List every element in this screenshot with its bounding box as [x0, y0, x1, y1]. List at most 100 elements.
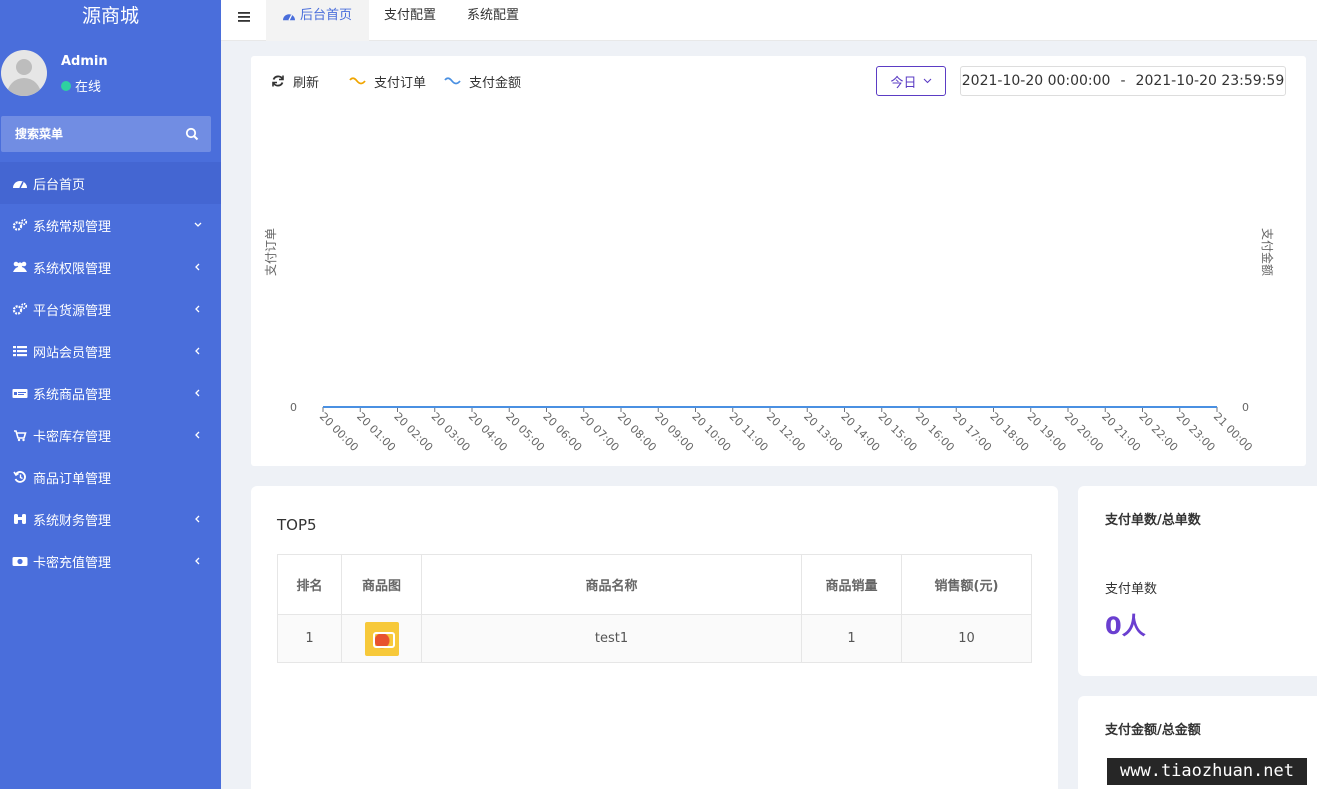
product-thumbnail[interactable] — [364, 621, 399, 656]
card-icon — [12, 389, 28, 398]
x-tick-label: 20 01:00 — [354, 410, 398, 454]
x-tick-label: 20 20:00 — [1062, 410, 1106, 454]
users-icon — [13, 261, 27, 272]
sidebar-item-permissions[interactable]: 系统权限管理 — [0, 246, 221, 288]
sidebar: 源商城 Admin 在线 后台首页 系统常规管理 系统权限管理 平台货源管理 — [0, 0, 221, 789]
x-tick-label: 20 09:00 — [652, 410, 696, 454]
sidebar-item-platform-supply[interactable]: 平台货源管理 — [0, 288, 221, 330]
sidebar-item-label: 系统常规管理 — [33, 219, 112, 235]
sidebar-item-orders[interactable]: 商品订单管理 — [0, 456, 221, 498]
x-tick-label: 20 22:00 — [1136, 410, 1180, 454]
sidebar-item-label: 平台货源管理 — [33, 303, 112, 319]
x-tick-label: 20 23:00 — [1174, 410, 1218, 454]
x-tick-label: 20 03:00 — [429, 410, 473, 454]
sidebar-item-finance[interactable]: 系统财务管理 — [0, 498, 221, 540]
x-tick-label: 20 16:00 — [913, 410, 957, 454]
amount-stat-title: 支付金额/总金额 — [1105, 723, 1201, 738]
y-tick-right: 0 — [1242, 401, 1249, 414]
chevron-left-icon — [195, 557, 200, 565]
sidebar-item-label: 网站会员管理 — [33, 345, 112, 361]
x-tick-label: 21 00:00 — [1211, 410, 1255, 454]
history-icon — [13, 471, 26, 483]
menu-search — [1, 116, 211, 152]
sidebar-item-system-general[interactable]: 系统常规管理 — [0, 204, 221, 246]
column-header-sales: 商品销量 — [801, 554, 902, 615]
money-icon — [12, 557, 28, 566]
cell-image — [341, 614, 422, 663]
watermark: www.tiaozhuan.net — [1107, 758, 1307, 785]
sidebar-item-card-recharge[interactable]: 卡密充值管理 — [0, 540, 221, 582]
list-icon — [13, 346, 27, 357]
x-tick-label: 20 11:00 — [727, 410, 771, 454]
chevron-left-icon — [195, 431, 200, 439]
sidebar-menu: 后台首页 系统常规管理 系统权限管理 平台货源管理 网站会员管理 系统商品管理 — [0, 162, 221, 582]
search-icon[interactable] — [185, 127, 199, 141]
chevron-left-icon — [195, 305, 200, 313]
user-status: 在线 — [61, 76, 101, 95]
chevron-down-icon — [194, 222, 202, 227]
sidebar-item-dashboard[interactable]: 后台首页 — [0, 162, 221, 204]
top5-table: 排名 商品图 商品名称 商品销量 销售额(元) 1 test1 1 10 — [277, 554, 1032, 663]
x-tick-label: 20 08:00 — [615, 410, 659, 454]
dashboard-icon — [283, 14, 295, 21]
orders-stat-card: 支付单数/总单数 支付单数 0人 — [1078, 486, 1317, 676]
sidebar-item-label: 系统财务管理 — [33, 513, 112, 529]
sidebar-item-label: 卡密充值管理 — [33, 555, 112, 571]
table-header-row: 排名 商品图 商品名称 商品销量 销售额(元) — [277, 554, 1032, 615]
table-row[interactable]: 1 test1 1 10 — [277, 614, 1032, 663]
cell-rank: 1 — [277, 614, 342, 663]
sidebar-item-label: 系统商品管理 — [33, 387, 112, 403]
chevron-left-icon — [195, 389, 200, 397]
column-header-rank: 排名 — [277, 554, 342, 615]
tab-label: 后台首页 — [300, 8, 353, 23]
tab-system-config[interactable]: 系统配置 — [467, 0, 519, 41]
binoculars-icon — [14, 514, 26, 524]
top5-title: TOP5 — [277, 516, 317, 534]
x-tick-label: 20 18:00 — [987, 410, 1031, 454]
x-tick-label: 20 02:00 — [391, 410, 435, 454]
sidebar-item-label: 系统权限管理 — [33, 261, 112, 277]
x-tick-label: 20 21:00 — [1099, 410, 1143, 454]
x-tick-label: 20 04:00 — [466, 410, 510, 454]
hamburger-menu-icon[interactable] — [237, 10, 251, 24]
avatar[interactable] — [1, 50, 47, 96]
chevron-left-icon — [195, 515, 200, 523]
x-tick-label: 20 05:00 — [503, 410, 547, 454]
cart-icon — [14, 430, 27, 442]
tab-payment-config[interactable]: 支付配置 — [384, 0, 436, 41]
sidebar-item-label: 卡密库存管理 — [33, 429, 112, 445]
chart-card: 刷新 支付订单 支付金额 今日 2021-10-20 00:00:00 - 20… — [251, 56, 1306, 466]
x-tick-label: 20 07:00 — [578, 410, 622, 454]
tab-dashboard[interactable]: 后台首页 — [266, 0, 369, 41]
cogs-icon — [12, 302, 28, 315]
cell-name: test1 — [421, 614, 802, 663]
cell-revenue: 10 — [901, 614, 1032, 663]
chevron-left-icon — [195, 347, 200, 355]
user-panel: Admin 在线 — [0, 50, 221, 98]
x-tick-label: 20 19:00 — [1025, 410, 1069, 454]
brand-logo[interactable]: 源商城 — [0, 0, 221, 32]
dashboard-icon — [13, 181, 27, 189]
x-tick-label: 20 15:00 — [876, 410, 920, 454]
x-tick-label: 20 17:00 — [950, 410, 994, 454]
column-header-name: 商品名称 — [421, 554, 802, 615]
x-tick-label: 20 00:00 — [317, 410, 361, 454]
cell-sales: 1 — [801, 614, 902, 663]
sidebar-item-card-stock[interactable]: 卡密库存管理 — [0, 414, 221, 456]
sidebar-item-label: 商品订单管理 — [33, 471, 112, 487]
user-name: Admin — [61, 54, 108, 69]
column-header-revenue: 销售额(元) — [901, 554, 1032, 615]
top-navbar: 后台首页 支付配置 系统配置 — [221, 0, 1317, 41]
menu-search-input[interactable] — [1, 116, 181, 152]
top5-card: TOP5 排名 商品图 商品名称 商品销量 销售额(元) 1 test1 1 1… — [251, 486, 1058, 789]
y-tick-left: 0 — [290, 401, 297, 414]
sidebar-item-members[interactable]: 网站会员管理 — [0, 330, 221, 372]
chevron-left-icon — [195, 263, 200, 271]
sidebar-item-products[interactable]: 系统商品管理 — [0, 372, 221, 414]
column-header-image: 商品图 — [341, 554, 422, 615]
x-tick-label: 20 06:00 — [540, 410, 584, 454]
sidebar-item-label: 后台首页 — [33, 177, 86, 193]
orders-stat-title: 支付单数/总单数 — [1105, 513, 1201, 528]
user-status-label: 在线 — [75, 80, 102, 95]
x-tick-label: 20 12:00 — [764, 410, 808, 454]
